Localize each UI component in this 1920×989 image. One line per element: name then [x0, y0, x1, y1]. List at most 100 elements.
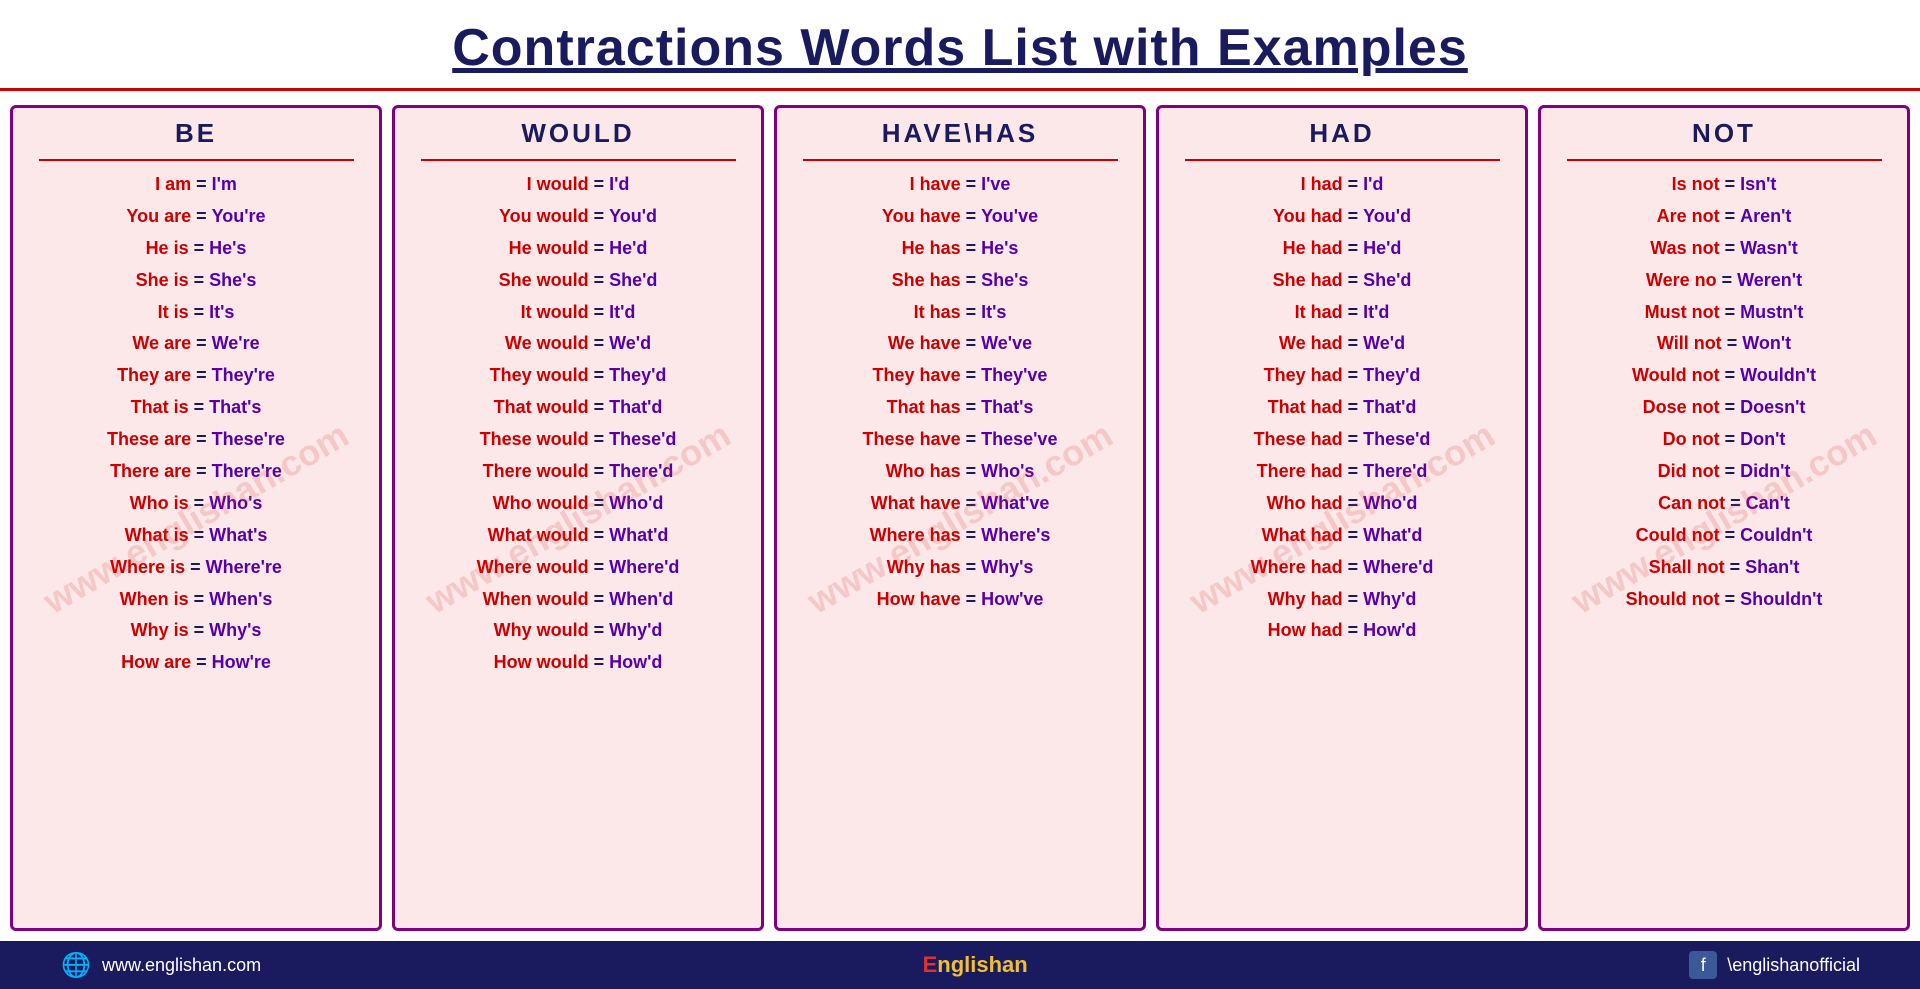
- column-title-had: HAD: [1309, 118, 1374, 149]
- entry-equals: =: [191, 174, 212, 194]
- entry-left: That had: [1268, 397, 1343, 417]
- entry-would-5: We would = We'd: [505, 330, 651, 358]
- entry-not-12: Shall not = Shan't: [1649, 554, 1800, 582]
- entry-havehas-13: How have = How've: [877, 586, 1044, 614]
- entry-equals: =: [1343, 620, 1364, 640]
- entry-equals: =: [589, 270, 610, 290]
- entry-left: It would: [521, 302, 589, 322]
- entry-equals: =: [1720, 525, 1741, 545]
- entry-right: Who's: [981, 461, 1034, 481]
- column-havehas: www.englishan.comHAVE\HASI have = I'veYo…: [774, 105, 1146, 931]
- entry-right: I've: [981, 174, 1010, 194]
- entry-right: Why'd: [609, 620, 662, 640]
- entry-equals: =: [191, 365, 212, 385]
- entry-had-6: They had = They'd: [1264, 362, 1421, 390]
- entry-left: Were no: [1646, 270, 1717, 290]
- entry-right: That's: [209, 397, 261, 417]
- entry-equals: =: [961, 493, 982, 513]
- entry-right: How've: [981, 589, 1043, 609]
- entry-equals: =: [1343, 589, 1364, 609]
- entry-had-13: Why had = Why'd: [1268, 586, 1417, 614]
- entry-left: Could not: [1636, 525, 1720, 545]
- entry-left: These are: [107, 429, 191, 449]
- column-divider-had: [1185, 159, 1500, 161]
- entry-equals: =: [1725, 557, 1746, 577]
- entry-had-0: I had = I'd: [1301, 171, 1384, 199]
- entry-would-2: He would = He'd: [509, 235, 648, 263]
- entry-had-1: You had = You'd: [1273, 203, 1411, 231]
- entry-left: How have: [877, 589, 961, 609]
- entry-right: I'd: [1363, 174, 1383, 194]
- entry-havehas-3: She has = She's: [892, 267, 1029, 295]
- entry-equals: =: [589, 461, 610, 481]
- entry-left: You had: [1273, 206, 1343, 226]
- entry-right: We'd: [609, 333, 651, 353]
- entry-equals: =: [1343, 429, 1364, 449]
- entry-equals: =: [589, 589, 610, 609]
- entry-left: These had: [1254, 429, 1343, 449]
- entry-havehas-4: It has = It's: [914, 299, 1007, 327]
- column-divider-would: [421, 159, 736, 161]
- entry-equals: =: [961, 461, 982, 481]
- entry-equals: =: [1343, 525, 1364, 545]
- entry-equals: =: [189, 493, 210, 513]
- entry-equals: =: [191, 333, 212, 353]
- footer-url: www.englishan.com: [102, 955, 261, 976]
- entry-left: She had: [1273, 270, 1343, 290]
- entry-havehas-7: That has = That's: [887, 394, 1034, 422]
- facebook-icon: f: [1689, 951, 1717, 979]
- entry-equals: =: [189, 620, 210, 640]
- entry-left: These have: [863, 429, 961, 449]
- entry-be-14: Why is = Why's: [131, 617, 262, 645]
- entry-right: It'd: [609, 302, 635, 322]
- entry-havehas-10: What have = What've: [871, 490, 1050, 518]
- entry-be-6: They are = They're: [117, 362, 275, 390]
- entry-had-5: We had = We'd: [1279, 330, 1405, 358]
- entry-be-1: You are = You're: [126, 203, 265, 231]
- entry-havehas-1: You have = You've: [882, 203, 1038, 231]
- entry-right: These'd: [1363, 429, 1430, 449]
- entry-left: How had: [1268, 620, 1343, 640]
- entry-equals: =: [961, 589, 982, 609]
- entry-left: They had: [1264, 365, 1343, 385]
- entry-equals: =: [961, 206, 982, 226]
- column-would: www.englishan.comWOULDI would = I'dYou w…: [392, 105, 764, 931]
- entry-would-3: She would = She'd: [499, 267, 658, 295]
- entry-be-7: That is = That's: [131, 394, 262, 422]
- entry-equals: =: [1343, 397, 1364, 417]
- entry-left: It had: [1295, 302, 1343, 322]
- entry-equals: =: [961, 333, 982, 353]
- entry-right: Who's: [209, 493, 262, 513]
- entry-right: What'd: [1363, 525, 1422, 545]
- entry-had-4: It had = It'd: [1295, 299, 1390, 327]
- entry-right: That'd: [1363, 397, 1416, 417]
- entry-right: He'd: [609, 238, 647, 258]
- entry-left: I am: [155, 174, 191, 194]
- entry-right: Aren't: [1740, 206, 1791, 226]
- entry-left: You would: [499, 206, 589, 226]
- entry-equals: =: [1720, 365, 1741, 385]
- entry-right: He'd: [1363, 238, 1401, 258]
- entry-right: We'd: [1363, 333, 1405, 353]
- entry-equals: =: [589, 206, 610, 226]
- entry-right: They're: [212, 365, 275, 385]
- entry-right: Shouldn't: [1740, 589, 1822, 609]
- globe-icon: 🌐: [60, 949, 92, 981]
- entry-not-2: Was not = Wasn't: [1650, 235, 1797, 263]
- entry-left: That has: [887, 397, 961, 417]
- entry-right: I'd: [609, 174, 629, 194]
- entry-equals: =: [1343, 238, 1364, 258]
- entry-left: Who is: [130, 493, 189, 513]
- entry-right: What've: [981, 493, 1049, 513]
- entry-left: Where is: [110, 557, 185, 577]
- entry-right: Weren't: [1737, 270, 1802, 290]
- entry-be-15: How are = How're: [121, 649, 271, 677]
- entry-would-12: Where would = Where'd: [477, 554, 680, 582]
- entry-would-9: There would = There'd: [483, 458, 674, 486]
- entry-right: You'd: [1363, 206, 1411, 226]
- column-divider-not: [1567, 159, 1882, 161]
- entry-right: There'd: [609, 461, 673, 481]
- entry-left: Who has: [886, 461, 961, 481]
- entry-right: Didn't: [1740, 461, 1790, 481]
- entry-left: Did not: [1658, 461, 1720, 481]
